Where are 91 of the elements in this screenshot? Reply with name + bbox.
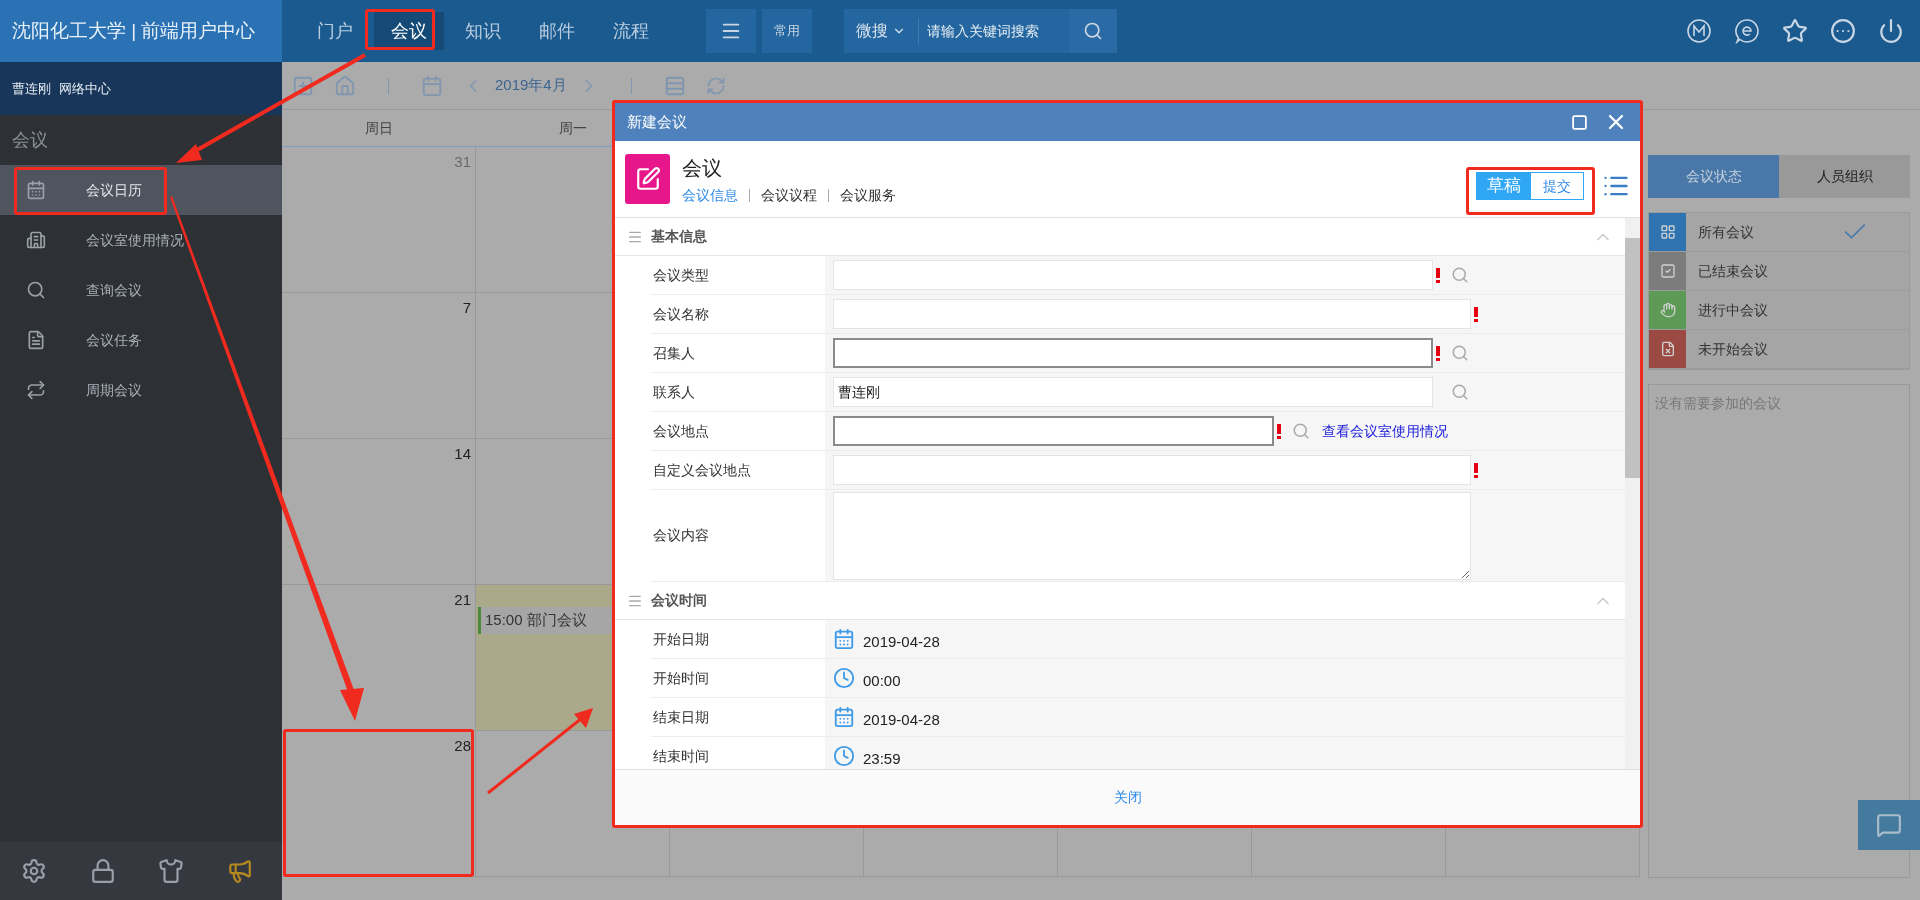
sidebar-item[interactable]: 周期会议 bbox=[0, 365, 282, 415]
field-label: 联系人 bbox=[653, 382, 695, 402]
m-circle-icon[interactable] bbox=[1686, 18, 1712, 44]
dialog-title: 新建会议 bbox=[627, 111, 687, 132]
highlight-frame bbox=[365, 9, 435, 50]
nav-tab[interactable]: 流程 bbox=[596, 12, 666, 50]
close-button[interactable]: 关闭 bbox=[1113, 787, 1142, 808]
brand-title: 沈阳化工大学 | 前端用户中心 bbox=[0, 0, 282, 62]
time-value: 00:00 bbox=[863, 670, 901, 691]
month-label: 2019年4月 bbox=[495, 75, 567, 96]
maximize-icon[interactable] bbox=[1571, 113, 1588, 131]
field-label: 召集人 bbox=[653, 343, 695, 363]
sidebar-item[interactable]: 会议日历 bbox=[0, 165, 282, 215]
status-filter-item[interactable]: 未开始会议 bbox=[1649, 330, 1909, 369]
field-label: 会议名称 bbox=[653, 304, 709, 324]
panel-tab[interactable]: 会议状态 bbox=[1648, 155, 1779, 198]
add-icon[interactable] bbox=[292, 74, 314, 97]
settings-icon[interactable] bbox=[21, 858, 48, 884]
day-number: 28 bbox=[454, 736, 472, 756]
search-icon[interactable] bbox=[1451, 266, 1469, 284]
sidebar-item-icon bbox=[26, 180, 46, 200]
nav-tab[interactable]: 会议 bbox=[374, 12, 444, 50]
time-value: 23:59 bbox=[863, 748, 901, 769]
form-tab[interactable]: 会议议程 bbox=[761, 184, 817, 206]
field-label: 开始时间 bbox=[653, 668, 709, 688]
clock-icon[interactable] bbox=[833, 667, 855, 689]
text-field[interactable]: 曹连刚 bbox=[833, 377, 1433, 407]
chat-button[interactable] bbox=[1858, 800, 1920, 850]
calendar-icon[interactable] bbox=[833, 628, 855, 650]
field-label: 开始日期 bbox=[653, 629, 709, 649]
search-icon[interactable] bbox=[1451, 344, 1469, 362]
calendar-icon[interactable] bbox=[833, 706, 855, 728]
scrollbar[interactable] bbox=[1625, 218, 1640, 769]
power-icon[interactable] bbox=[1878, 18, 1904, 44]
day-number: 7 bbox=[462, 298, 472, 318]
field-value: 曹连刚 bbox=[838, 382, 880, 402]
search-button[interactable] bbox=[1069, 9, 1117, 53]
sidebar-item[interactable]: 会议任务 bbox=[0, 315, 282, 365]
sidebar-item-icon bbox=[26, 330, 46, 350]
search-icon[interactable] bbox=[1292, 422, 1310, 440]
megaphone-icon[interactable] bbox=[226, 858, 253, 884]
day-number: 14 bbox=[454, 444, 472, 464]
form-tab[interactable]: 会议服务 bbox=[840, 184, 896, 206]
status-filter-item[interactable]: 所有会议 bbox=[1649, 213, 1909, 252]
weekday-label: 周日 bbox=[365, 118, 393, 138]
sidebar-item-icon bbox=[26, 280, 46, 300]
panel-tab[interactable]: 人员组织 bbox=[1779, 155, 1910, 198]
user-name: 曹连刚 bbox=[12, 79, 51, 98]
nav-tab[interactable]: 邮件 bbox=[522, 12, 592, 50]
department-name: 网络中心 bbox=[59, 79, 111, 98]
text-field[interactable] bbox=[833, 416, 1274, 446]
field-label: 会议内容 bbox=[653, 526, 709, 545]
status-filter-item[interactable]: 已结束会议 bbox=[1649, 252, 1909, 291]
text-field[interactable] bbox=[833, 338, 1433, 368]
nav-tab[interactable]: 门户 bbox=[300, 12, 370, 50]
chat-icon bbox=[1876, 812, 1902, 838]
more-icon[interactable] bbox=[1830, 18, 1856, 44]
weekday-label: 周一 bbox=[559, 118, 587, 138]
sidebar-item[interactable]: 会议室使用情况 bbox=[0, 215, 282, 265]
room-usage-link[interactable]: 查看会议室使用情况 bbox=[1322, 420, 1448, 442]
search-field[interactable]: 微搜 请输入关键词搜索 bbox=[844, 9, 1117, 53]
date-value: 2019-04-28 bbox=[863, 709, 940, 730]
field-label: 结束时间 bbox=[653, 746, 709, 766]
day-number: 31 bbox=[454, 152, 472, 172]
section-title: 会议 bbox=[12, 128, 48, 152]
field-label: 会议类型 bbox=[653, 265, 709, 285]
sidebar-item-icon bbox=[26, 380, 46, 400]
chat-e-icon[interactable] bbox=[1734, 18, 1760, 44]
sidebar-item[interactable]: 查询会议 bbox=[0, 265, 282, 315]
day-number: 21 bbox=[454, 590, 472, 610]
section-title: 基本信息 bbox=[651, 227, 707, 246]
search-icon[interactable] bbox=[1451, 383, 1469, 401]
search-icon bbox=[1083, 21, 1103, 41]
menu-button[interactable] bbox=[706, 9, 756, 53]
nav-tab[interactable]: 知识 bbox=[448, 12, 518, 50]
clock-icon[interactable] bbox=[833, 745, 855, 767]
form-tab[interactable]: 会议信息 bbox=[682, 184, 738, 206]
search-scope-dropdown[interactable]: 微搜 bbox=[844, 18, 919, 44]
date-value: 2019-04-28 bbox=[863, 631, 940, 652]
status-filter-item[interactable]: 进行中会议 bbox=[1649, 291, 1909, 330]
section-title: 会议时间 bbox=[651, 591, 707, 610]
shirt-icon[interactable] bbox=[158, 858, 185, 884]
field-label: 自定义会议地点 bbox=[653, 460, 751, 480]
sidebar-item-icon bbox=[26, 230, 46, 250]
field-label: 会议地点 bbox=[653, 421, 709, 441]
common-button[interactable]: 常用 bbox=[762, 9, 812, 53]
lock-icon[interactable] bbox=[89, 858, 116, 884]
star-icon[interactable] bbox=[1782, 18, 1808, 44]
form-title: 会议 bbox=[682, 155, 723, 181]
field-label: 结束日期 bbox=[653, 707, 709, 727]
form-icon bbox=[625, 154, 670, 204]
